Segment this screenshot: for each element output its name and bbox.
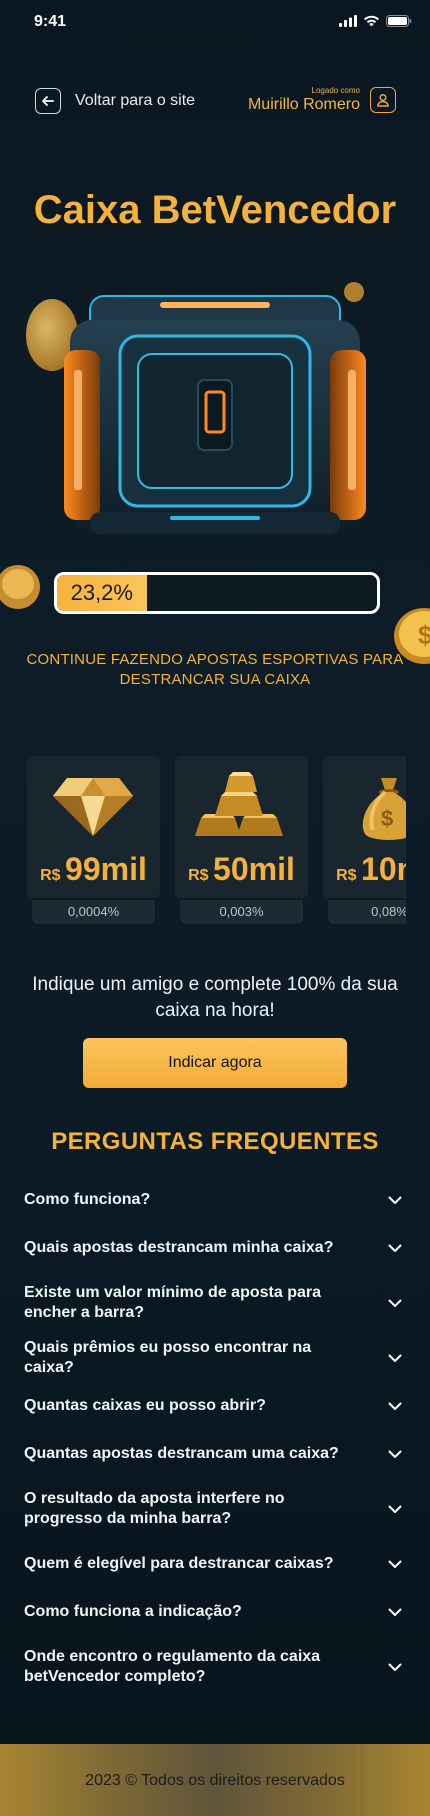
status-icons — [339, 15, 412, 27]
prize-currency: R$ — [336, 867, 357, 884]
prizes-carousel[interactable]: R$ 99mil 0,0004% R$ 50mil 0,003% $ R$ 10… — [27, 756, 406, 926]
chevron-down-icon — [386, 1239, 404, 1257]
chevron-down-icon — [386, 1191, 404, 1209]
user-info: Logado como Muirillo Romero — [248, 86, 360, 114]
prize-amount: R$ 99mil — [27, 851, 160, 888]
svg-text:$: $ — [381, 806, 393, 831]
faq-item[interactable]: Como funciona a indicação? — [24, 1588, 406, 1636]
chevron-down-icon — [386, 1445, 404, 1463]
copyright-text: 2023 © Todos os direitos reservados — [85, 1772, 345, 1789]
chevron-down-icon — [386, 1294, 404, 1312]
continue-betting-message: CONTINUE FAZENDO APOSTAS ESPORTIVAS PARA… — [0, 650, 430, 690]
chevron-down-icon — [386, 1397, 404, 1415]
faq-item[interactable]: Quais apostas destrancam minha caixa? — [24, 1224, 406, 1272]
status-time: 9:41 — [34, 13, 67, 30]
user-icon[interactable] — [370, 87, 396, 113]
chevron-down-icon — [386, 1349, 404, 1367]
faq-item[interactable]: Quantas caixas eu posso abrir? — [24, 1382, 406, 1430]
wifi-icon — [364, 15, 379, 27]
footer: 2023 © Todos os direitos reservados — [0, 1744, 430, 1816]
chevron-down-icon — [386, 1603, 404, 1621]
prize-card: $ R$ 10mil — [323, 756, 406, 898]
coin-icon — [0, 565, 40, 609]
faq-question: Quais prêmios eu posso encontrar na caix… — [24, 1339, 312, 1376]
prize-value: 10mil — [361, 851, 406, 887]
faq-question: Quem é elegível para destrancar caixas? — [24, 1555, 334, 1572]
svg-text:$: $ — [418, 620, 430, 650]
prize-chance: 0,08% — [328, 900, 406, 924]
chevron-down-icon — [386, 1500, 404, 1518]
box-progress-bar: 23,2% — [54, 572, 380, 614]
faq-item[interactable]: Existe um valor mínimo de aposta para en… — [24, 1272, 406, 1334]
arrow-left-icon — [35, 88, 61, 114]
faq-question: O resultado da aposta interfere no progr… — [24, 1490, 285, 1527]
referral-message: Indique um amigo e complete 100% da sua … — [32, 974, 398, 1021]
faq-question: Existe um valor mínimo de aposta para en… — [24, 1284, 321, 1321]
faq-list: Como funciona? Quais apostas destrancam … — [24, 1176, 406, 1698]
faq-question: Onde encontro o regulamento da caixa bet… — [24, 1648, 321, 1685]
user-name: Muirillo Romero — [247, 96, 360, 113]
status-bar: 9:41 — [0, 0, 430, 44]
page-title: Caixa BetVencedor — [33, 188, 397, 232]
faq-item[interactable]: Onde encontro o regulamento da caixa bet… — [24, 1636, 406, 1698]
prize-value: 99mil — [65, 851, 147, 887]
gold-bars-icon — [195, 772, 283, 836]
prize-value: 50mil — [213, 851, 295, 887]
prize-chance: 0,0004% — [32, 900, 155, 924]
faq-item[interactable]: Quem é elegível para destrancar caixas? — [24, 1540, 406, 1588]
faq-item[interactable]: Como funciona? — [24, 1176, 406, 1224]
prize-card: R$ 99mil — [27, 756, 160, 898]
prize-chance: 0,003% — [180, 900, 303, 924]
battery-icon — [386, 15, 412, 27]
faq-question: Como funciona? — [24, 1191, 151, 1208]
faq-question: Como funciona a indicação? — [24, 1603, 242, 1620]
prize-currency: R$ — [188, 867, 209, 884]
diamond-icon — [53, 778, 133, 836]
chevron-down-icon — [386, 1658, 404, 1676]
mystery-box-image — [50, 280, 380, 550]
refer-now-button[interactable]: Indicar agora — [83, 1038, 347, 1088]
prize-currency: R$ — [40, 867, 61, 884]
chevron-down-icon — [386, 1555, 404, 1573]
continue-betting-text: CONTINUE FAZENDO APOSTAS ESPORTIVAS PARA… — [26, 651, 404, 688]
faq-item[interactable]: Quantas apostas destrancam uma caixa? — [24, 1430, 406, 1478]
prize-card: R$ 50mil — [175, 756, 308, 898]
page: 9:41 Voltar para o site Logado como Muir… — [0, 0, 430, 1816]
back-to-site-button[interactable]: Voltar para o site — [35, 88, 195, 114]
faq-title: PERGUNTAS FREQUENTES — [51, 1128, 379, 1155]
faq-item[interactable]: O resultado da aposta interfere no progr… — [24, 1478, 406, 1540]
cellular-signal-icon — [339, 15, 357, 27]
user-account[interactable]: Logado como Muirillo Romero — [248, 86, 396, 114]
faq-question: Quantas apostas destrancam uma caixa? — [24, 1445, 339, 1462]
progress-fill: 23,2% — [57, 575, 147, 611]
back-label: Voltar para o site — [75, 92, 196, 109]
logged-as-label: Logado como — [311, 86, 360, 95]
faq-question: Quantas caixas eu posso abrir? — [24, 1397, 266, 1414]
faq-item[interactable]: Quais prêmios eu posso encontrar na caix… — [24, 1334, 406, 1382]
prize-amount: R$ 50mil — [175, 851, 308, 888]
progress-label: 23,2% — [70, 580, 133, 605]
prize-amount: R$ 10mil — [323, 851, 406, 888]
faq-question: Quais apostas destrancam minha caixa? — [24, 1239, 334, 1256]
money-bag-icon: $ — [362, 778, 406, 840]
